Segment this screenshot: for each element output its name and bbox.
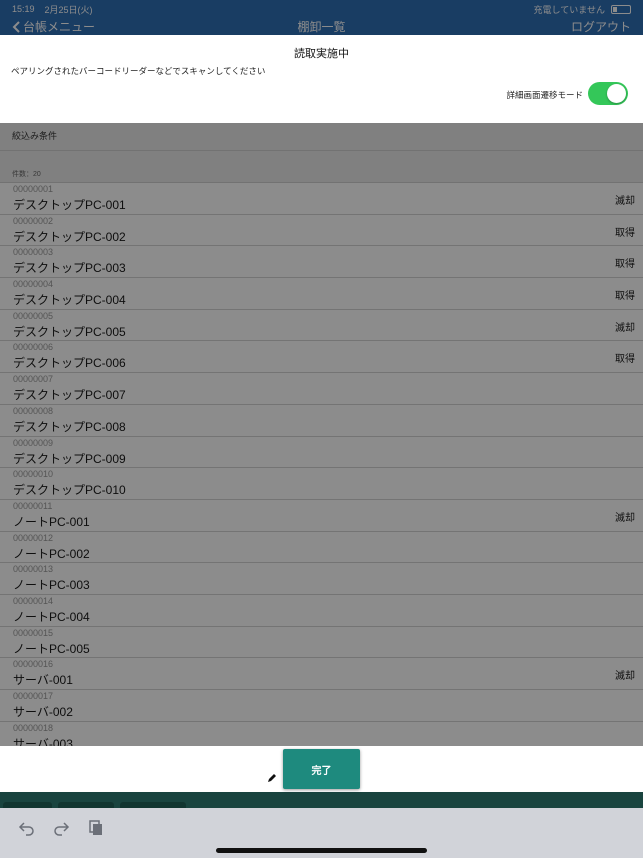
redo-icon[interactable] xyxy=(52,820,70,836)
paste-icon[interactable] xyxy=(87,820,105,836)
scan-instruction: ペアリングされたバーコードリーダーなどでスキャンしてください xyxy=(11,66,266,76)
done-button[interactable]: 完了 xyxy=(283,749,360,789)
detail-mode-toggle[interactable] xyxy=(588,82,628,105)
undo-icon[interactable] xyxy=(18,820,36,836)
scan-modal-header: 読取実施中 ペアリングされたバーコードリーダーなどでスキャンしてください 詳細画… xyxy=(0,35,643,123)
scan-modal-title: 読取実施中 xyxy=(294,48,349,60)
home-indicator xyxy=(216,848,427,853)
scan-modal-footer: 完了 xyxy=(0,746,643,792)
toggle-knob xyxy=(607,84,626,103)
detail-mode-label: 詳細画面遷移モード xyxy=(506,90,583,100)
modal-overlay xyxy=(0,0,643,858)
pencil-icon xyxy=(268,774,276,782)
